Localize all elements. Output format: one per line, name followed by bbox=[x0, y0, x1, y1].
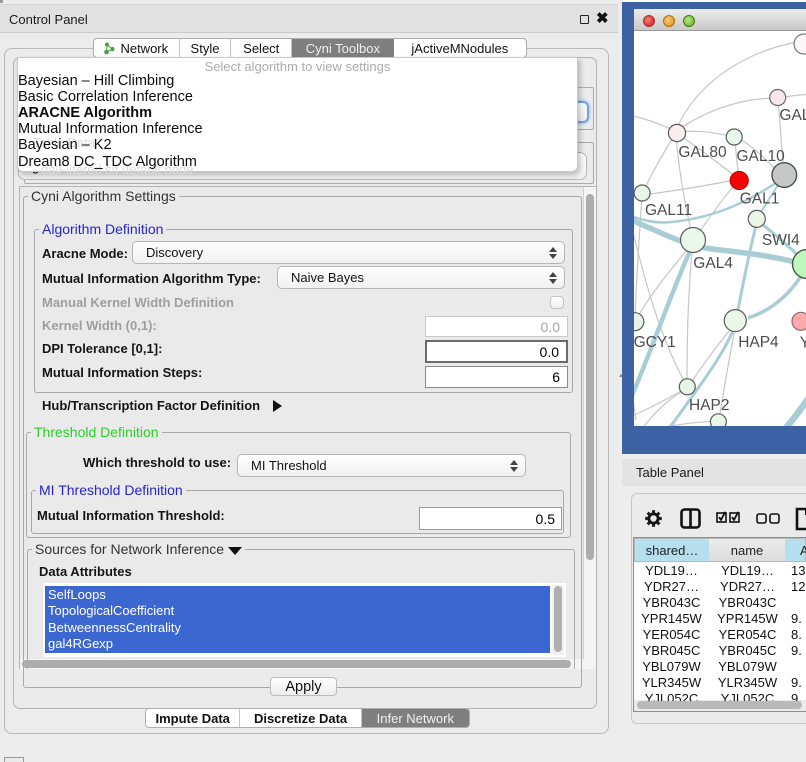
svg-text:GAL10: GAL10 bbox=[737, 148, 786, 165]
svg-text:GAL1: GAL1 bbox=[740, 191, 780, 208]
svg-text:GAL11: GAL11 bbox=[645, 202, 692, 219]
svg-text:GAL7: GAL7 bbox=[779, 107, 806, 124]
svg-text:GCY1: GCY1 bbox=[634, 334, 676, 351]
svg-text:HAP2: HAP2 bbox=[689, 397, 730, 414]
svg-text:GAL4: GAL4 bbox=[693, 255, 733, 272]
svg-text:SWI4: SWI4 bbox=[762, 232, 800, 249]
svg-text:Y: Y bbox=[800, 335, 806, 352]
svg-text:GAL80: GAL80 bbox=[678, 144, 727, 161]
svg-text:HAP4: HAP4 bbox=[738, 334, 779, 351]
